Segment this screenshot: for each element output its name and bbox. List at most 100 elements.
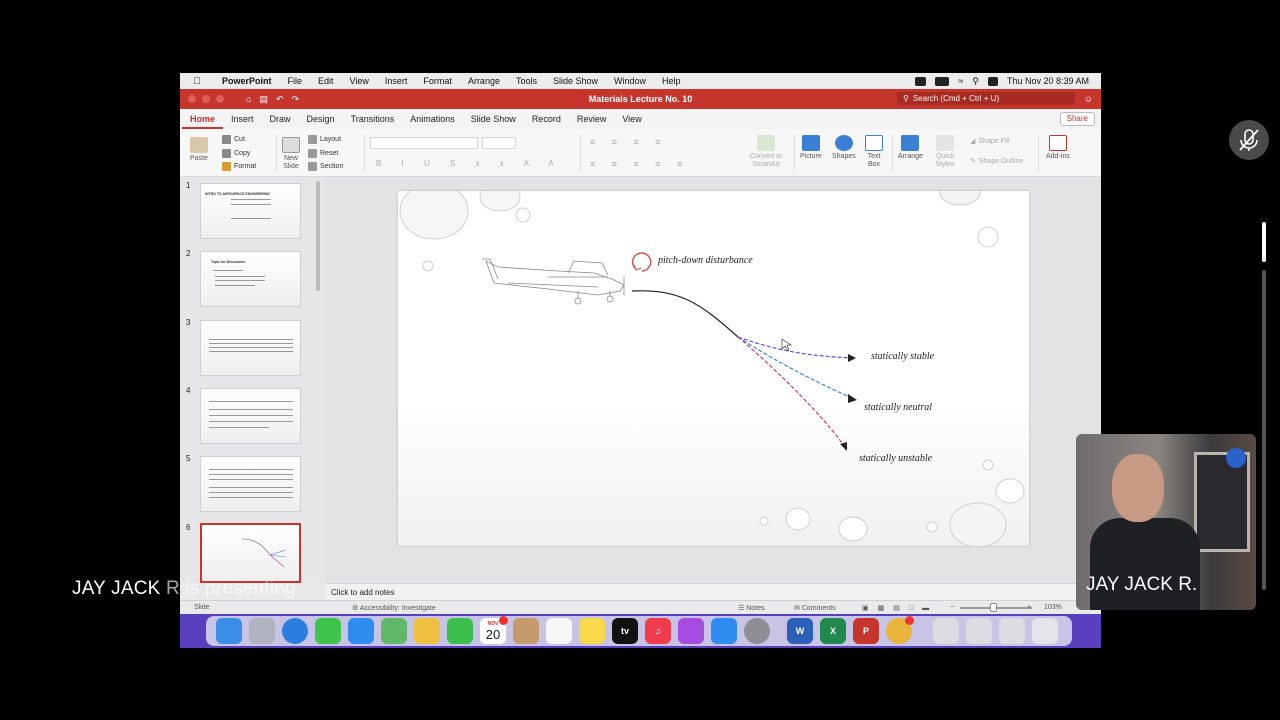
tab-view[interactable]: View [614, 109, 649, 129]
mail-app[interactable] [348, 618, 374, 644]
font-format-buttons[interactable]: B I U S x x A A [376, 159, 563, 168]
zoom-window-button[interactable] [216, 95, 224, 103]
participants-scroll-track[interactable] [1262, 270, 1266, 590]
tab-review[interactable]: Review [569, 109, 615, 129]
slide-thumbnail[interactable] [200, 320, 301, 376]
paste-button[interactable]: Paste [190, 137, 208, 162]
slide-thumbnail[interactable] [200, 456, 301, 512]
notes-button[interactable]: ☰ Notes [738, 604, 765, 612]
save-icon[interactable]: ▤ [259, 94, 268, 105]
convert-smartart-button[interactable]: Convert to SmartArt [746, 135, 786, 169]
cut-button[interactable]: Cut [222, 135, 245, 144]
menu-arrange[interactable]: Arrange [460, 76, 508, 86]
participants-scroll-thumb[interactable] [1262, 222, 1266, 262]
apple-icon[interactable]:  [180, 76, 214, 87]
account-icon[interactable]: ☺ [1084, 94, 1093, 104]
tab-design[interactable]: Design [299, 109, 343, 129]
layout-button[interactable]: Layout [308, 135, 341, 144]
menu-slide-show[interactable]: Slide Show [545, 76, 606, 86]
shapes-button[interactable]: Shapes [832, 135, 856, 160]
notes-pane[interactable]: Click to add notes [325, 583, 1101, 600]
alignment-buttons[interactable]: ≡ ≡ ≡ ≡ ≡ [590, 159, 689, 169]
podcasts-app[interactable] [678, 618, 704, 644]
zoom-level[interactable]: 103% [1044, 604, 1062, 611]
menubar-datetime[interactable]: Thu Nov 20 8:39 AM [1007, 76, 1089, 86]
dock-document-preview[interactable] [999, 618, 1025, 644]
notes-app[interactable] [579, 618, 605, 644]
slide-thumbnail[interactable]: INTRO TO AEROSPACE ENGINEERING [200, 183, 301, 239]
zoom-slider-knob[interactable] [990, 603, 997, 612]
screen-share-icon[interactable] [915, 76, 927, 86]
word-app[interactable]: W [787, 618, 813, 644]
tab-record[interactable]: Record [524, 109, 569, 129]
format-painter-button[interactable]: Format [222, 162, 256, 171]
minimize-window-button[interactable] [202, 95, 210, 103]
safari-app[interactable] [282, 618, 308, 644]
system-settings-app[interactable] [744, 618, 770, 644]
picture-button[interactable]: Picture [800, 135, 822, 160]
shape-outline-button[interactable]: ✎ Shape Outline [970, 157, 1023, 166]
messages-app[interactable] [315, 618, 341, 644]
dock-document-preview[interactable] [966, 618, 992, 644]
menu-edit[interactable]: Edit [310, 76, 342, 86]
new-slide-button[interactable]: New Slide [280, 137, 302, 171]
thumbnails-scrollbar[interactable] [316, 181, 320, 291]
home-icon[interactable]: ⌂ [246, 94, 251, 105]
view-buttons[interactable]: ▣▦▤□▬ [862, 604, 938, 612]
control-center-icon[interactable] [987, 76, 998, 86]
menu-help[interactable]: Help [654, 76, 689, 86]
contacts-app[interactable] [513, 618, 539, 644]
participant-video-tile[interactable]: JAY JACK R. [1076, 434, 1256, 610]
search-box[interactable]: ⚲ Search (Cmd + Ctrl + U) [897, 92, 1075, 105]
app-store-app[interactable] [711, 618, 737, 644]
tab-draw[interactable]: Draw [262, 109, 299, 129]
paragraph-buttons[interactable]: ≡ ≡ ≡ ≡ [590, 137, 668, 147]
launchpad-app[interactable] [249, 618, 275, 644]
close-window-button[interactable] [188, 95, 196, 103]
tab-home[interactable]: Home [182, 109, 224, 129]
spotlight-search-icon[interactable]: ⚲ [972, 76, 979, 87]
menu-format[interactable]: Format [415, 76, 460, 86]
menu-insert[interactable]: Insert [377, 76, 416, 86]
slide-thumbnail[interactable] [200, 388, 301, 444]
zoom-out-button[interactable]: − [950, 604, 954, 611]
tab-transitions[interactable]: Transitions [343, 109, 403, 129]
section-button[interactable]: Section [308, 162, 343, 171]
trash-icon[interactable] [1032, 618, 1058, 644]
reminders-app[interactable] [546, 618, 572, 644]
menu-file[interactable]: File [280, 76, 311, 86]
tab-animations[interactable]: Animations [402, 109, 463, 129]
calendar-app[interactable]: NOV 20 [480, 616, 508, 644]
maps-app[interactable] [381, 618, 407, 644]
tab-insert[interactable]: Insert [223, 109, 262, 129]
slide-thumbnail-selected[interactable] [200, 523, 301, 583]
accessibility-status[interactable]: ⚙ Accessibility: Investigate [352, 604, 436, 612]
redo-icon[interactable]: ↷ [292, 94, 300, 105]
font-name-field[interactable] [370, 137, 478, 149]
excel-app[interactable]: X [820, 618, 846, 644]
finder-app[interactable] [216, 618, 242, 644]
quick-styles-button[interactable]: Quick Styles [932, 135, 958, 169]
facetime-app[interactable] [447, 618, 473, 644]
chrome-app[interactable] [886, 616, 914, 644]
music-app[interactable]: ♫ [645, 618, 671, 644]
reset-button[interactable]: Reset [308, 149, 338, 158]
powerpoint-app[interactable]: P [853, 618, 879, 644]
zoom-in-button[interactable]: + [1027, 604, 1031, 611]
current-slide[interactable]: pitch-down disturbance statically stable… [398, 191, 1029, 546]
menu-view[interactable]: View [342, 76, 377, 86]
mic-muted-icon[interactable] [1229, 120, 1269, 160]
shape-fill-button[interactable]: ◢ Shape Fill [970, 137, 1010, 146]
wifi-icon[interactable]: ≈ [958, 76, 963, 86]
arrange-button[interactable]: Arrange [898, 135, 923, 160]
menu-window[interactable]: Window [606, 76, 654, 86]
slide-thumbnail[interactable]: Topic for Discussion [200, 251, 301, 307]
menu-tools[interactable]: Tools [508, 76, 545, 86]
copy-button[interactable]: Copy [222, 149, 250, 158]
add-ins-button[interactable]: Add-ins [1046, 135, 1070, 160]
tab-slide-show[interactable]: Slide Show [463, 109, 524, 129]
share-button[interactable]: Share [1059, 112, 1095, 126]
photos-app[interactable] [414, 618, 440, 644]
menu-app-powerpoint[interactable]: PowerPoint [214, 76, 280, 86]
apple-tv-app[interactable]: tv [612, 618, 638, 644]
